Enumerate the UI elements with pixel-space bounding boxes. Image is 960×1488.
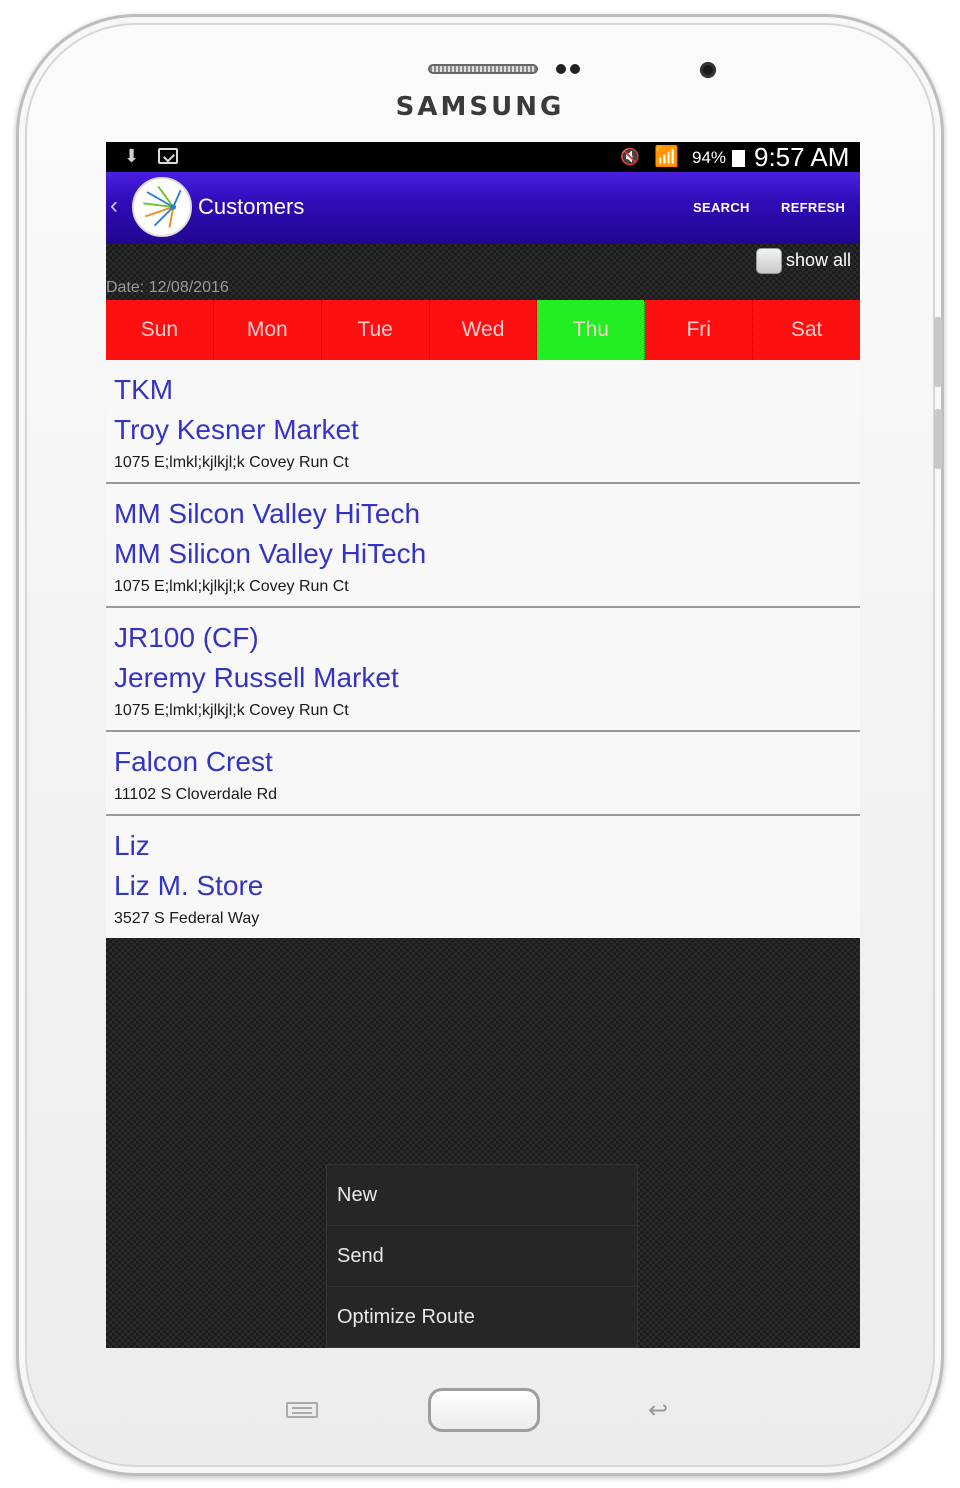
list-item[interactable]: Liz Liz M. Store 3527 S Federal Way <box>106 816 860 938</box>
wifi-icon: 📶 <box>654 146 679 168</box>
customer-address: 1075 E;lmkl;kjlkjl;k Covey Run Ct <box>114 578 349 595</box>
app-logo[interactable] <box>132 177 192 237</box>
power-button <box>934 409 942 469</box>
customer-name: Jeremy Russell Market <box>114 662 399 693</box>
battery-percent: 94% <box>692 148 727 167</box>
customer-name: Troy Kesner Market <box>114 414 359 445</box>
customer-address: 11102 S Cloverdale Rd <box>114 786 278 803</box>
tab-wed[interactable]: Wed <box>429 300 538 360</box>
screen: ⬇ 🔇 📶 94% 9:57 AM ‹ Customers SEARCH REF… <box>106 142 860 1348</box>
tab-tue[interactable]: Tue <box>321 300 430 360</box>
customer-name: Liz M. Store <box>114 870 264 901</box>
menu-item-new[interactable]: New <box>327 1165 637 1226</box>
home-key[interactable] <box>428 1388 540 1432</box>
page-title: Customers <box>198 194 305 219</box>
customer-code: Falcon Crest <box>114 746 273 777</box>
show-all-label: show all <box>786 250 852 270</box>
menu-item-send[interactable]: Send <box>327 1226 637 1287</box>
tab-sat[interactable]: Sat <box>753 300 860 360</box>
customer-code: MM Silcon Valley HiTech <box>114 498 421 529</box>
list-item[interactable]: Falcon Crest 11102 S Cloverdale Rd <box>106 732 860 816</box>
tab-thu[interactable]: Thu <box>537 300 646 360</box>
battery-icon <box>732 150 745 167</box>
tab-sun[interactable]: Sun <box>106 300 214 360</box>
mute-icon: 🔇 <box>620 149 640 166</box>
speaker-grille <box>428 64 538 74</box>
action-bar: ‹ Customers SEARCH REFRESH <box>106 172 860 244</box>
search-button[interactable]: SEARCH <box>693 200 750 215</box>
menu-item-optimize-route[interactable]: Optimize Route <box>327 1287 637 1348</box>
clock: 9:57 AM <box>754 142 850 172</box>
customer-code: JR100 (CF) <box>114 622 259 653</box>
customer-code: TKM <box>114 374 174 405</box>
tab-mon[interactable]: Mon <box>213 300 322 360</box>
status-bar: ⬇ 🔇 📶 94% 9:57 AM <box>106 142 860 172</box>
list-item[interactable]: JR100 (CF) Jeremy Russell Market 1075 E;… <box>106 608 860 732</box>
tab-fri[interactable]: Fri <box>645 300 754 360</box>
list-item[interactable]: MM Silcon Valley HiTech MM Silicon Valle… <box>106 484 860 608</box>
back-key-icon[interactable]: ↩ <box>648 1396 668 1425</box>
usb-icon: ⬇ <box>124 146 140 166</box>
front-camera <box>700 62 716 78</box>
overflow-menu: New Send Optimize Route <box>326 1164 638 1348</box>
light-sensor <box>570 64 580 74</box>
proximity-sensor <box>556 64 566 74</box>
customer-name: MM Silicon Valley HiTech <box>114 538 427 569</box>
up-arrow-icon[interactable]: ‹ <box>110 192 118 220</box>
starburst-icon <box>143 185 182 228</box>
brand-logo: SAMSUNG <box>395 92 565 122</box>
volume-button <box>934 317 942 387</box>
customer-list: TKM Troy Kesner Market 1075 E;lmkl;kjlkj… <box>106 360 860 938</box>
refresh-button[interactable]: REFRESH <box>781 200 845 215</box>
day-tabs: Sun Mon Tue Wed Thu Fri Sat <box>106 300 860 360</box>
date-label: Date: 12/08/2016 <box>106 279 229 296</box>
menu-key-icon[interactable] <box>286 1402 318 1418</box>
customer-address: 1075 E;lmkl;kjlkjl;k Covey Run Ct <box>114 454 349 471</box>
bag-icon <box>158 148 178 164</box>
customer-code: Liz <box>114 830 150 861</box>
list-item[interactable]: TKM Troy Kesner Market 1075 E;lmkl;kjlkj… <box>106 360 860 484</box>
customer-address: 1075 E;lmkl;kjlkjl;k Covey Run Ct <box>114 702 349 719</box>
show-all-checkbox[interactable] <box>756 248 782 274</box>
customer-address: 3527 S Federal Way <box>114 910 260 927</box>
